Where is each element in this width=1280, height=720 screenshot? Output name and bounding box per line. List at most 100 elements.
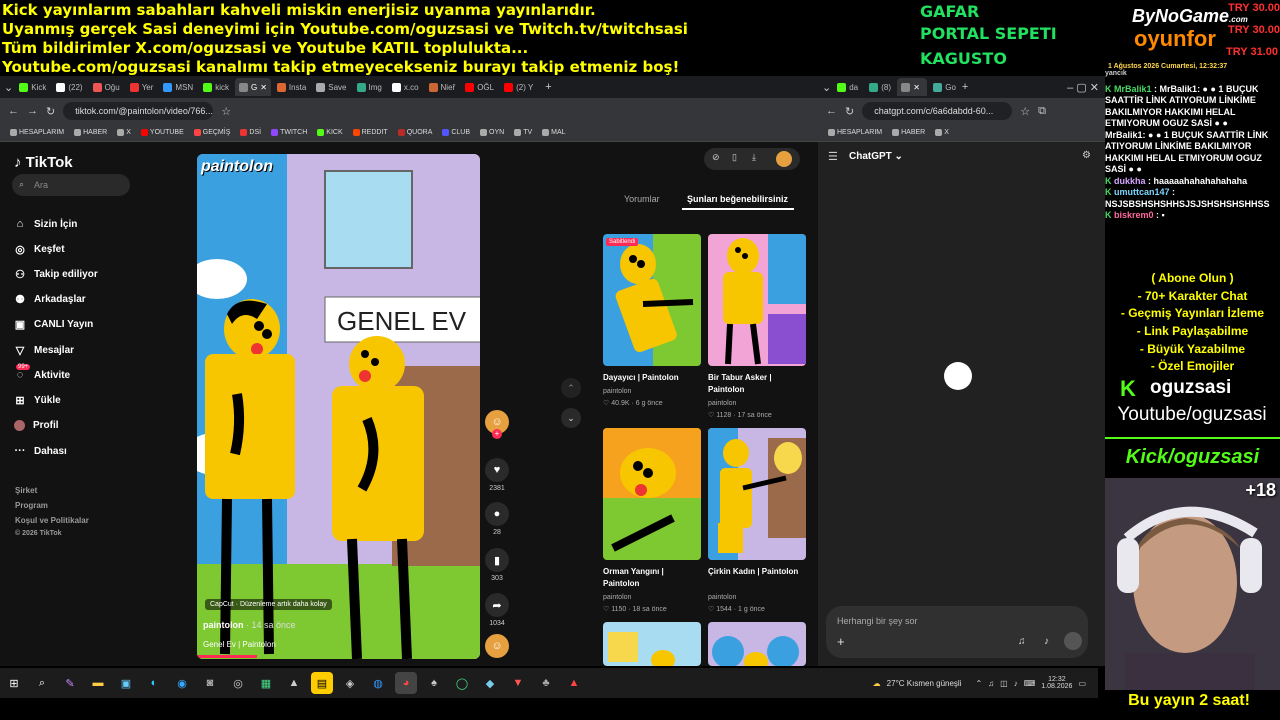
- download-icon[interactable]: ⤓: [752, 152, 756, 163]
- search-icon[interactable]: ⌕: [31, 672, 53, 694]
- suggestion-thumb[interactable]: Sabitlendi: [603, 234, 701, 366]
- clock[interactable]: 12:32 1.08.2026: [1041, 676, 1072, 690]
- follow-plus-icon[interactable]: +: [492, 429, 502, 439]
- tab-comments[interactable]: Yorumlar: [624, 194, 660, 204]
- suggestion-author[interactable]: paintolon: [603, 386, 631, 397]
- bookmark[interactable]: HESAPLARIM: [828, 129, 882, 136]
- tab[interactable]: Insta: [273, 78, 310, 96]
- bookmark[interactable]: GEÇMİŞ: [193, 129, 230, 136]
- prompt-box[interactable]: Herhangi bir şey sor + ♫ ♪: [826, 606, 1088, 658]
- sound-disc[interactable]: ☺: [485, 634, 509, 658]
- volume-icon[interactable]: ♪: [1014, 679, 1018, 688]
- suggestion-thumb[interactable]: [603, 428, 701, 560]
- author-avatar[interactable]: ☺ +: [485, 410, 509, 439]
- search-input[interactable]: Ara: [12, 174, 130, 196]
- bookmark[interactable]: REDDIT: [352, 129, 388, 136]
- url-bar[interactable]: chatgpt.com/c/6a6dabdd-60...: [862, 102, 1013, 120]
- video-author[interactable]: paintolon · 14 sa önce: [203, 620, 296, 630]
- url-bar[interactable]: tiktok.com/@paintolon/video/766...: [63, 102, 214, 120]
- close-icon[interactable]: ✕: [260, 83, 267, 92]
- tab-active[interactable]: G ✕: [234, 78, 271, 96]
- tab-search-icon[interactable]: ⌄: [822, 81, 831, 94]
- comment-action[interactable]: ● 28: [485, 502, 509, 536]
- tray-chevron-icon[interactable]: ⌃: [975, 679, 982, 688]
- sidebar-toggle-icon[interactable]: ☰: [828, 150, 838, 163]
- bookmark[interactable]: CLUB: [442, 129, 470, 136]
- mic-icon[interactable]: ♫: [1018, 636, 1026, 647]
- prompt-input[interactable]: Herhangi bir şey sor: [837, 616, 918, 626]
- app-icon[interactable]: ♣: [535, 672, 557, 694]
- vivaldi-icon[interactable]: ▼: [507, 672, 529, 694]
- tab[interactable]: da: [833, 78, 863, 96]
- app-icon[interactable]: ◆: [479, 672, 501, 694]
- chevron-down-icon[interactable]: ⌄: [561, 408, 581, 428]
- add-icon[interactable]: +: [837, 634, 845, 649]
- app-icon[interactable]: ◍: [367, 672, 389, 694]
- tab[interactable]: (8): [865, 78, 895, 96]
- nav-friends[interactable]: ⚉ Arkadaşlar: [14, 293, 86, 306]
- video-progress[interactable]: [197, 655, 257, 658]
- app-icon[interactable]: ▲: [283, 672, 305, 694]
- tab[interactable]: MSN: [159, 78, 197, 96]
- nav-for-you[interactable]: ⌂ Sizin İçin: [14, 218, 78, 230]
- back-icon[interactable]: ←: [826, 105, 837, 117]
- obs-icon[interactable]: ◎: [227, 672, 249, 694]
- bookmark[interactable]: HESAPLARIM: [10, 129, 64, 136]
- edge-icon[interactable]: ◐: [143, 672, 165, 694]
- app-icon[interactable]: ◯: [451, 672, 473, 694]
- tab[interactable]: Yer: [126, 78, 158, 96]
- folder-icon[interactable]: ▬: [87, 672, 109, 694]
- suggestion-title[interactable]: Dayayıcı | Paintolon: [603, 372, 701, 384]
- bookmark[interactable]: X: [935, 129, 949, 136]
- nav-upload[interactable]: ⊞ Yükle: [14, 394, 60, 407]
- windows-start-icon[interactable]: ⊞: [3, 672, 25, 694]
- star-icon[interactable]: ☆: [1020, 105, 1030, 118]
- star-icon[interactable]: ☆: [221, 105, 231, 118]
- mic-icon[interactable]: ♫: [988, 679, 994, 688]
- save-action[interactable]: ▮ 303: [485, 548, 509, 582]
- blocked-icon[interactable]: ⊘: [712, 152, 720, 163]
- bookmark[interactable]: HABER: [892, 129, 925, 136]
- bookmark[interactable]: MAL: [542, 129, 566, 136]
- nav-activity[interactable]: ◌ Aktivite: [14, 369, 70, 381]
- pen-icon[interactable]: ✎: [59, 672, 81, 694]
- suggestion-title[interactable]: Orman Yangını | Paintolon: [603, 566, 701, 590]
- footer-link[interactable]: Şirket: [15, 486, 37, 495]
- close-icon[interactable]: ✕: [913, 83, 920, 92]
- camera-icon[interactable]: ◙: [199, 672, 221, 694]
- nav-following[interactable]: ⚇ Takip ediliyor: [14, 268, 98, 281]
- window-controls-icon[interactable]: – ▢ ✕: [1067, 81, 1099, 94]
- suggestion-author[interactable]: paintolon: [708, 592, 736, 603]
- bookmark[interactable]: TWITCH: [271, 129, 307, 136]
- reload-icon[interactable]: ↻: [46, 105, 55, 118]
- tab-suggestions[interactable]: Şunları beğenebilirsiniz: [687, 194, 788, 204]
- weather-text[interactable]: 27°C Kısmen güneşli: [887, 679, 962, 688]
- tab[interactable]: x.co: [388, 78, 423, 96]
- suggestion-thumb[interactable]: [603, 622, 701, 666]
- back-icon[interactable]: ←: [8, 105, 19, 117]
- tab-search-icon[interactable]: ⌄: [4, 81, 13, 94]
- notification-icon[interactable]: ▭: [1078, 679, 1086, 688]
- app-icon[interactable]: ▲: [563, 672, 585, 694]
- extensions-icon[interactable]: ⧉: [1038, 105, 1046, 118]
- bookmark[interactable]: YOUTUBE: [140, 129, 184, 136]
- like-action[interactable]: ♥ 2381: [485, 458, 509, 492]
- voice-mode-icon[interactable]: [1064, 632, 1082, 650]
- bookmark[interactable]: HABER: [74, 129, 107, 136]
- reload-icon[interactable]: ↻: [845, 105, 854, 118]
- app-icon[interactable]: ▦: [255, 672, 277, 694]
- tiktok-logo[interactable]: ♪ TikTok: [14, 154, 73, 171]
- tab[interactable]: Kick: [15, 78, 50, 96]
- bookmark[interactable]: QUORA: [397, 129, 432, 136]
- chrome-icon[interactable]: ◕: [395, 672, 417, 694]
- bookmark[interactable]: X: [117, 129, 131, 136]
- nav-explore[interactable]: ◎ Keşfet: [14, 243, 64, 256]
- bookmark[interactable]: DSİ: [240, 129, 261, 136]
- tab[interactable]: Save: [312, 78, 350, 96]
- tab[interactable]: (22): [52, 78, 86, 96]
- app-icon[interactable]: ♠: [423, 672, 445, 694]
- nav-profile[interactable]: Profil: [14, 420, 59, 431]
- model-selector[interactable]: ChatGPT ⌄: [849, 151, 903, 162]
- footer-link[interactable]: Koşul ve Politikalar: [15, 516, 89, 525]
- suggestion-title[interactable]: Bir Tabur Asker | Paintolon: [708, 372, 806, 396]
